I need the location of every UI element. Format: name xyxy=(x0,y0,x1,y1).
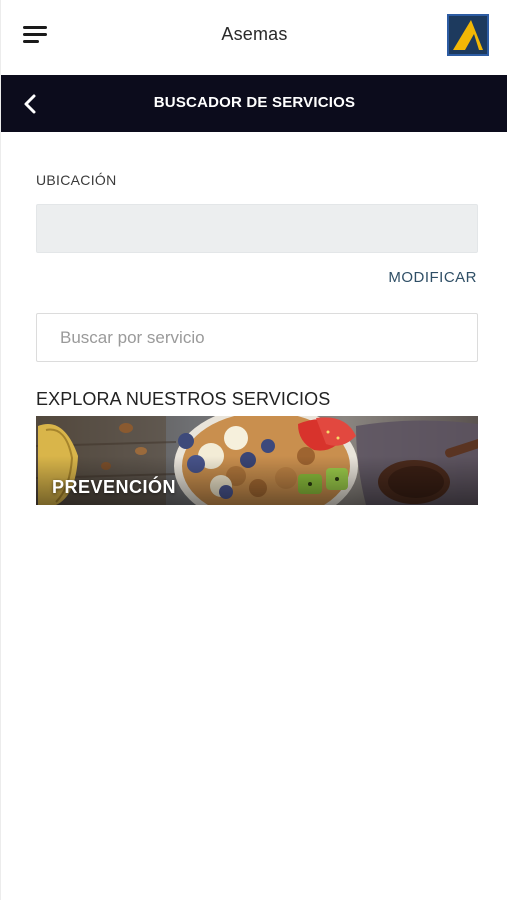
services-heading: EXPLORA NUESTROS SERVICIOS xyxy=(36,389,331,409)
location-label: UBICACIÓN xyxy=(36,172,117,188)
location-field[interactable] xyxy=(36,204,478,253)
page-title: BUSCADOR DE SERVICIOS xyxy=(153,94,356,111)
logo-graphic xyxy=(449,16,487,54)
service-card-label: PREVENCIÓN xyxy=(52,477,177,497)
service-card-prevencion[interactable]: PREVENCIÓN xyxy=(36,416,478,505)
service-search-input[interactable] xyxy=(36,313,478,362)
section-header: BUSCADOR DE SERVICIOS xyxy=(1,75,507,132)
app-screen: Asemas BUSCADOR DE SERVICIOS UBICACIÓN M… xyxy=(0,0,507,900)
asemas-logo-icon[interactable] xyxy=(447,14,489,56)
modify-location-link[interactable]: MODIFICAR xyxy=(388,269,477,286)
app-title: Asemas xyxy=(221,24,288,44)
app-bar: Asemas xyxy=(1,0,507,75)
